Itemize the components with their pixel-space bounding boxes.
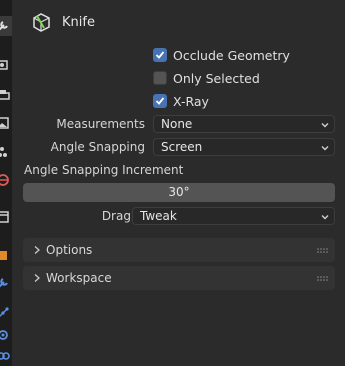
chevron-down-icon xyxy=(321,215,329,220)
constraints-icon xyxy=(0,352,10,360)
view-layer-tab[interactable] xyxy=(0,113,12,133)
angle-snapping-increment-field[interactable]: 30° xyxy=(23,183,335,202)
tool-tab[interactable] xyxy=(0,16,12,36)
checkbox-checked[interactable] xyxy=(153,48,167,62)
workspace-subpanel-header[interactable]: Workspace xyxy=(23,266,335,290)
printer-icon xyxy=(0,90,10,100)
scene-icon xyxy=(0,147,7,157)
tool-header: Knife xyxy=(12,0,345,40)
only-selected-checkbox[interactable]: Only Selected xyxy=(153,69,260,87)
measurements-value: None xyxy=(161,117,193,131)
object-tab[interactable] xyxy=(0,245,12,265)
modifier-tab[interactable] xyxy=(0,273,12,293)
x-ray-label: X-Ray xyxy=(173,93,209,109)
checkbox-checked[interactable] xyxy=(153,94,167,108)
world-icon xyxy=(0,174,9,186)
tool-title: Knife xyxy=(62,15,95,30)
options-subpanel-header[interactable]: Options xyxy=(23,238,335,262)
workspace-subpanel-title: Workspace xyxy=(46,271,112,285)
chevron-down-icon xyxy=(321,146,329,151)
render-icon xyxy=(0,60,8,70)
chevron-down-icon xyxy=(321,123,329,128)
checkmark-icon xyxy=(155,51,165,59)
properties-tab-strip xyxy=(0,0,12,366)
wrench-screwdriver-icon xyxy=(0,21,8,31)
drag-grip-icon[interactable] xyxy=(317,248,329,254)
scene-tab[interactable] xyxy=(0,142,12,162)
x-ray-checkbox[interactable]: X-Ray xyxy=(153,92,209,110)
collection-icon xyxy=(0,211,9,223)
world-tab[interactable] xyxy=(0,170,12,190)
image-icon xyxy=(0,117,9,129)
tool-properties-panel: Knife Occlude Geometry Only Selected X-R… xyxy=(12,0,345,366)
render-tab[interactable] xyxy=(0,55,12,75)
angle-snapping-label: Angle Snapping xyxy=(50,140,145,154)
angle-snapping-value: Screen xyxy=(161,140,203,154)
measurements-dropdown[interactable]: None xyxy=(153,115,335,133)
angle-snapping-dropdown[interactable]: Screen xyxy=(153,138,335,156)
drag-dropdown[interactable]: Tweak xyxy=(132,207,335,225)
modifier-wrench-icon xyxy=(0,278,8,288)
drag-grip-icon[interactable] xyxy=(317,276,329,282)
particles-tab[interactable] xyxy=(0,303,12,323)
particles-icon xyxy=(0,307,9,318)
measurements-label: Measurements xyxy=(56,117,145,131)
angle-snapping-increment-label: Angle Snapping Increment xyxy=(24,163,184,177)
checkmark-icon xyxy=(155,97,165,105)
output-tab[interactable] xyxy=(0,85,12,105)
physics-icon xyxy=(0,330,8,340)
chevron-right-icon xyxy=(34,274,40,282)
physics-tab[interactable] xyxy=(0,325,12,345)
knife-tool-icon xyxy=(33,13,50,32)
drag-value: Tweak xyxy=(140,209,177,223)
drag-label: Drag: xyxy=(101,209,135,223)
constraints-tab[interactable] xyxy=(0,346,12,366)
collection-tab[interactable] xyxy=(0,207,12,227)
object-icon xyxy=(0,251,7,260)
only-selected-label: Only Selected xyxy=(173,70,260,86)
occlude-geometry-label: Occlude Geometry xyxy=(173,47,290,63)
occlude-geometry-checkbox[interactable]: Occlude Geometry xyxy=(153,46,290,64)
chevron-right-icon xyxy=(34,246,40,254)
checkbox-unchecked[interactable] xyxy=(153,71,167,85)
options-subpanel-title: Options xyxy=(46,243,93,257)
